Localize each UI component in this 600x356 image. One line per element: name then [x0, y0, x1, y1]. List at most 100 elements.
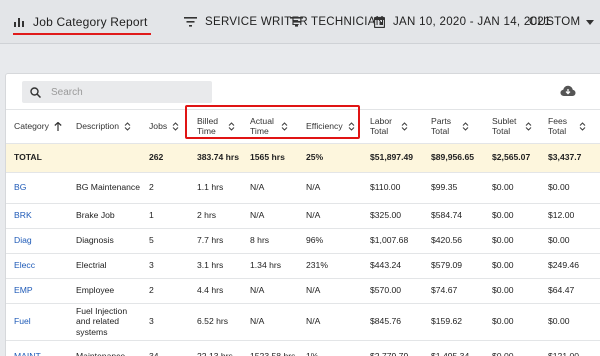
arrow-up-icon	[54, 121, 62, 131]
table-cell: 1%	[306, 350, 319, 356]
table-cell: Maintenance	[76, 350, 126, 356]
filter-icon	[290, 17, 303, 27]
table-cell: Employee	[76, 285, 115, 296]
table-cell: 7.7 hrs	[197, 235, 224, 246]
report-title-tab[interactable]: Job Category Report	[13, 0, 151, 44]
category-link[interactable]: EMP	[6, 278, 68, 303]
table-cell: $51,897.49	[370, 152, 414, 163]
table-cell: $579.09	[431, 260, 463, 271]
report-toolbar: Job Category Report SERVICE WRITER TECHN…	[0, 0, 600, 44]
table-cell: 3	[149, 260, 154, 271]
table-cell: $0.00	[492, 350, 514, 356]
table-cell: $99.35	[431, 182, 458, 193]
table-cell: 3	[149, 316, 154, 327]
table-cell: 1	[149, 210, 154, 221]
sort-icon	[348, 121, 355, 131]
table-cell: $570.00	[370, 285, 402, 296]
table-cell: $2,565.07	[492, 152, 531, 163]
total-row: TOTAL 262 383.74 hrs 1565 hrs 25% $51,89…	[6, 143, 600, 172]
search-icon	[30, 86, 41, 98]
category-link[interactable]: BG	[6, 172, 68, 203]
column-header-sublet-total[interactable]: Sublet Total	[484, 110, 540, 143]
sort-icon	[228, 121, 235, 131]
table-cell: $1,495.34	[431, 350, 470, 356]
table-row: Fuel Fuel Injection and related systems …	[6, 303, 600, 340]
table-cell: $89,956.65	[431, 152, 475, 163]
column-header-actual-time[interactable]: Actual Time	[242, 110, 298, 143]
table-cell: $325.00	[370, 210, 402, 221]
cloud-download-icon[interactable]	[560, 84, 576, 102]
column-header-category[interactable]: Category	[6, 110, 68, 143]
table-cell: $0.00	[492, 285, 514, 296]
category-link[interactable]: BRK	[6, 203, 68, 228]
table-cell: BG Maintenance	[76, 182, 141, 193]
table-cell: N/A	[306, 210, 321, 221]
search-bar[interactable]	[22, 81, 212, 103]
table-cell: 262	[149, 152, 164, 163]
table-cell: Brake Job	[76, 210, 115, 221]
table-cell: 8 hrs	[250, 235, 270, 246]
report-title-label: Job Category Report	[33, 15, 148, 29]
range-preset-label: CUSTOM	[529, 16, 581, 28]
table-cell: $74.67	[431, 285, 458, 296]
category-link[interactable]: Fuel	[6, 303, 68, 340]
sort-icon	[579, 121, 586, 131]
table-cell: N/A	[250, 210, 265, 221]
table-cell: Fuel Injection and related systems	[76, 306, 128, 337]
table-cell: $0.00	[492, 260, 514, 271]
table-cell: $0.00	[492, 210, 514, 221]
table-cell: 1565 hrs	[250, 152, 285, 163]
table-cell: $420.56	[431, 235, 463, 246]
date-range-picker[interactable]: JAN 10, 2020 - JAN 14, 2021	[374, 0, 551, 44]
column-header-parts-total[interactable]: Parts Total	[423, 110, 484, 143]
column-header-billed-time[interactable]: Billed Time	[189, 110, 242, 143]
column-header-fees-total[interactable]: Fees Total	[540, 110, 600, 143]
table-cell: 2 hrs	[197, 210, 217, 221]
column-header-description[interactable]: Description	[68, 110, 141, 143]
table-cell: $110.00	[370, 182, 401, 193]
caret-down-icon	[586, 19, 595, 25]
column-header-labor-total[interactable]: Labor Total	[362, 110, 423, 143]
table-cell: $0.00	[492, 316, 514, 327]
table-cell: $3,437.7	[548, 152, 582, 163]
table-cell: 5	[149, 235, 154, 246]
table-cell: 2	[149, 285, 154, 296]
table-cell: Electrial	[76, 260, 107, 271]
table-cell: $443.24	[370, 260, 402, 271]
column-header-jobs[interactable]: Jobs	[141, 110, 189, 143]
table-cell: $64.47	[548, 285, 575, 296]
table-cell: $12.00	[548, 210, 575, 221]
category-link[interactable]: MAINT	[6, 340, 68, 356]
table-row: BG BG Maintenance 2 1.1 hrs N/A N/A $110…	[6, 172, 600, 203]
table-cell: $159.62	[431, 316, 463, 327]
total-label: TOTAL	[14, 152, 42, 163]
table-cell: N/A	[306, 316, 321, 327]
table-cell: $0.00	[492, 235, 514, 246]
table-row: Elecc Electrial 3 3.1 hrs 1.34 hrs 231% …	[6, 253, 600, 278]
table-cell: $0.00	[548, 235, 570, 246]
category-link[interactable]: Elecc	[6, 253, 68, 278]
range-preset-dropdown[interactable]: CUSTOM	[529, 0, 595, 44]
table-cell: $121.00	[548, 350, 580, 356]
table-cell: 22.13 hrs	[197, 350, 233, 356]
table-cell: 1.1 hrs	[197, 182, 224, 193]
table-row: Diag Diagnosis 5 7.7 hrs 8 hrs 96% $1,00…	[6, 228, 600, 253]
table-cell: N/A	[250, 316, 265, 327]
search-input[interactable]	[51, 86, 191, 98]
table-cell: 6.52 hrs	[197, 316, 229, 327]
report-card: Category Description Jobs Billed Time Ac…	[5, 73, 600, 356]
job-category-table: Category Description Jobs Billed Time Ac…	[6, 110, 600, 356]
table-cell: N/A	[306, 285, 321, 296]
technician-filter[interactable]: TECHNICIAN	[290, 0, 384, 44]
table-cell: $0.00	[492, 182, 514, 193]
active-tab-underline	[13, 33, 151, 35]
table-cell: 231%	[306, 260, 328, 271]
column-header-efficiency[interactable]: Efficiency	[298, 110, 362, 143]
category-link[interactable]: Diag	[6, 228, 68, 253]
table-cell: 4.4 hrs	[197, 285, 224, 296]
table-cell: Diagnosis	[76, 235, 114, 246]
table-cell: $584.74	[431, 210, 463, 221]
sort-icon	[124, 121, 131, 131]
table-cell: 34	[149, 350, 159, 356]
table-header-row: Category Description Jobs Billed Time Ac…	[6, 110, 600, 143]
